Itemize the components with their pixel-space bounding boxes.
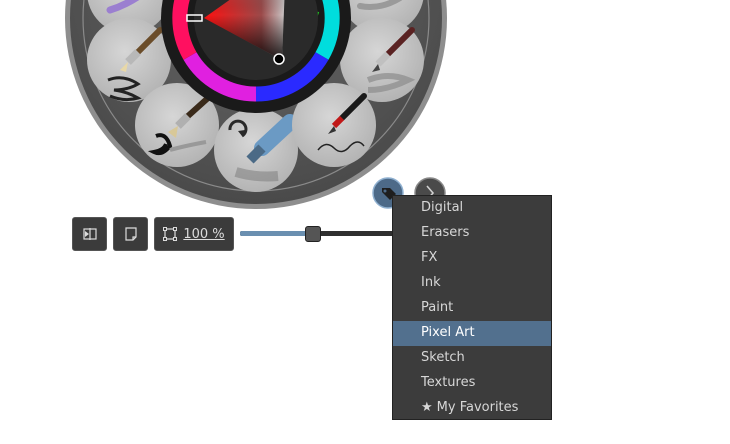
crop-frame-icon	[163, 227, 178, 241]
canvas-only-button[interactable]	[113, 217, 148, 251]
tag-menu-item[interactable]: Ink	[393, 271, 551, 296]
popup-palette: 100 % Digital Erasers FX Ink Paint Pixel Art S…	[0, 0, 730, 444]
zoom-reset-button[interactable]: 100 %	[154, 217, 234, 251]
tag-menu: Digital Erasers FX Ink Paint Pixel Art Sketch T…	[392, 195, 552, 420]
palette-wheel	[65, 0, 447, 209]
zoom-level-label: 100 %	[183, 226, 225, 242]
canvas-only-icon	[124, 227, 137, 241]
tag-menu-item-label: Sketch	[421, 350, 465, 365]
zoom-slider[interactable]	[240, 226, 400, 242]
tag-menu-item-label: Ink	[421, 275, 441, 290]
tag-menu-item-label: Erasers	[421, 225, 470, 240]
zoom-slider-handle[interactable]	[305, 226, 321, 242]
tag-menu-item[interactable]: ★ My Favorites	[393, 396, 551, 421]
tag-menu-item[interactable]: Textures	[393, 371, 551, 396]
star-icon: ★	[421, 400, 433, 415]
tag-menu-item[interactable]: Sketch	[393, 346, 551, 371]
tag-menu-item-label: Pixel Art	[421, 325, 475, 340]
tag-menu-item-label: FX	[421, 250, 438, 265]
zoom-slider-fill	[240, 231, 312, 236]
tag-menu-item-label: My Favorites	[436, 400, 519, 415]
tag-menu-item-label: Textures	[421, 375, 476, 390]
tag-menu-item-label: Paint	[421, 300, 454, 315]
tag-menu-item[interactable]: Pixel Art	[393, 321, 551, 346]
tag-menu-item[interactable]: Erasers	[393, 221, 551, 246]
mirror-view-button[interactable]	[72, 217, 107, 251]
tag-menu-item[interactable]: Paint	[393, 296, 551, 321]
color-picker-cursor[interactable]	[273, 53, 285, 65]
tag-menu-item[interactable]: FX	[393, 246, 551, 271]
brush-preset-marker[interactable]	[214, 108, 298, 192]
tag-menu-item[interactable]: Digital	[393, 196, 551, 221]
tag-menu-item-label: Digital	[421, 200, 464, 215]
mirror-view-icon	[82, 228, 97, 240]
